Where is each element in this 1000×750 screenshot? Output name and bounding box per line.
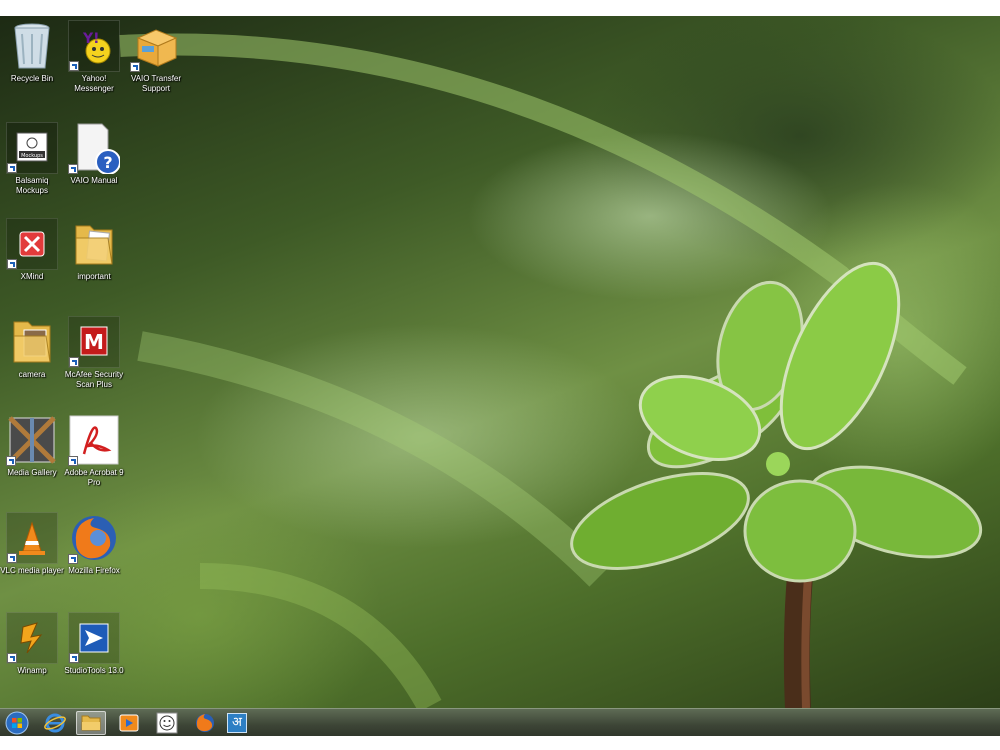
- icon-label: VLC media player: [0, 566, 64, 575]
- windows-orb-icon: [5, 711, 29, 735]
- folder-icon: [81, 715, 101, 731]
- bottom-border: [0, 736, 1000, 750]
- icon-label: camera: [18, 370, 46, 379]
- taskbar-media-player[interactable]: [114, 711, 144, 735]
- folder-icon: [13, 321, 51, 363]
- top-border: [0, 0, 1000, 16]
- desktop-icon-yahoo-messenger[interactable]: Y! Yahoo! Messenger: [62, 20, 126, 94]
- icon-label: XMind: [20, 272, 44, 281]
- smiley-icon: [156, 712, 178, 734]
- icon-label: Media Gallery: [7, 468, 57, 477]
- desktop-icon-camera[interactable]: camera: [0, 316, 64, 380]
- desktop-icon-vaio-transfer[interactable]: VAIO Transfer Support: [124, 20, 188, 94]
- desktop-icon-balsamiq[interactable]: Mockups Balsamiq Mockups: [0, 122, 64, 196]
- mcafee-letter: M: [84, 330, 104, 354]
- folder-icon: [75, 225, 113, 265]
- recycle-bin-icon: [14, 23, 50, 69]
- help-question-mark: ?: [103, 153, 112, 172]
- icon-label: Adobe Acrobat 9 Pro: [64, 468, 124, 487]
- internet-explorer-icon: [44, 713, 66, 733]
- shortcut-arrow-icon: [69, 61, 79, 71]
- icon-label: Yahoo! Messenger: [74, 74, 114, 93]
- taskbar-internet-explorer[interactable]: [40, 711, 70, 735]
- hindi-language-icon: अ: [227, 713, 247, 733]
- shortcut-arrow-icon: [7, 163, 17, 173]
- desktop-wallpaper: [0, 16, 1000, 708]
- icon-label: Winamp: [17, 666, 47, 675]
- desktop-icon-xmind[interactable]: XMind: [0, 218, 64, 282]
- desktop-icon-studiotools[interactable]: StudioTools 13.0: [62, 612, 126, 676]
- svg-text:Y!: Y!: [82, 31, 100, 47]
- desktop-icon-important[interactable]: important: [62, 218, 126, 282]
- icon-label: Balsamiq Mockups: [15, 176, 49, 195]
- desktop-icon-adobe-acrobat[interactable]: Adobe Acrobat 9 Pro: [62, 414, 126, 488]
- start-button[interactable]: [2, 711, 32, 735]
- taskbar-windows-explorer[interactable]: [76, 711, 106, 735]
- shortcut-arrow-icon: [7, 653, 17, 663]
- icon-label: Recycle Bin: [10, 74, 54, 83]
- desktop-icon-media-gallery[interactable]: Media Gallery: [0, 414, 64, 478]
- desktop-icon-firefox[interactable]: Mozilla Firefox: [62, 512, 126, 576]
- shortcut-arrow-icon: [69, 357, 79, 367]
- icon-label: McAfee Security Scan Plus: [64, 370, 124, 389]
- icon-label: StudioTools 13.0: [64, 666, 124, 675]
- desktop-icon-mcafee[interactable]: M McAfee Security Scan Plus: [62, 316, 126, 390]
- shortcut-arrow-icon: [69, 653, 79, 663]
- hindi-glyph: अ: [232, 715, 242, 730]
- balsamiq-icon-text: Mockups: [21, 153, 43, 159]
- taskbar-smiley-app[interactable]: [152, 711, 182, 735]
- icon-label: VAIO Manual: [70, 176, 118, 185]
- firefox-icon: [196, 714, 214, 732]
- screen: Recycle Bin Y! Yahoo! Messenger VAIO Tra…: [0, 0, 1000, 750]
- shortcut-arrow-icon: [6, 456, 16, 466]
- icon-label: important: [77, 272, 111, 281]
- shortcut-arrow-icon: [68, 164, 78, 174]
- icon-label: VAIO Transfer Support: [130, 74, 182, 93]
- desktop-icon-recycle-bin[interactable]: Recycle Bin: [0, 20, 64, 84]
- taskbar-firefox[interactable]: [190, 711, 220, 735]
- desktop-icon-vlc[interactable]: VLC media player: [0, 512, 64, 576]
- shortcut-arrow-icon: [7, 259, 17, 269]
- media-player-icon: [119, 714, 139, 732]
- taskbar: अ: [0, 708, 1000, 736]
- shortcut-arrow-icon: [68, 456, 78, 466]
- shortcut-arrow-icon: [7, 553, 17, 563]
- wallpaper-plant-art: [119, 33, 983, 708]
- desktop-icon-winamp[interactable]: Winamp: [0, 612, 64, 676]
- shortcut-arrow-icon: [130, 62, 140, 72]
- icon-label: Mozilla Firefox: [68, 566, 120, 575]
- shortcut-arrow-icon: [68, 554, 78, 564]
- taskbar-language-bar[interactable]: अ: [222, 711, 252, 735]
- desktop-icon-vaio-manual[interactable]: ? VAIO Manual: [62, 122, 126, 186]
